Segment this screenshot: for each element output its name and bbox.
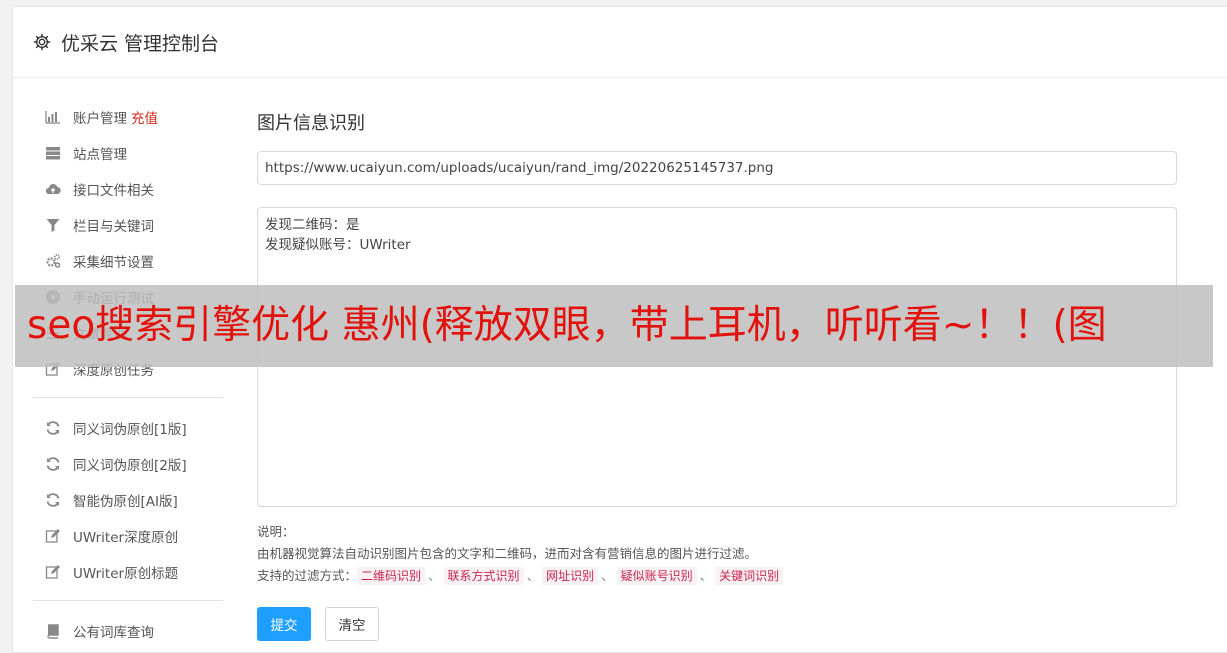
filter-methods: 支持的过滤方式： 二维码识别、联系方式识别、网址识别、疑似账号识别、关键词识别 bbox=[257, 565, 1177, 587]
filter-tag: 联系方式识别 bbox=[443, 567, 524, 585]
sidebar-item-label: 栏目与关键词 bbox=[73, 219, 154, 235]
sidebar-item[interactable]: 同义词伪原创[1版] bbox=[33, 410, 223, 446]
sidebar-item-label: 站点管理 bbox=[73, 147, 127, 163]
notes: 说明： 由机器视觉算法自动识别图片包含的文字和二维码，进而对含有营销信息的图片进… bbox=[257, 521, 1177, 587]
sidebar-item[interactable]: 账户管理 充值 bbox=[33, 99, 223, 135]
notes-description: 由机器视觉算法自动识别图片包含的文字和二维码，进而对含有营销信息的图片进行过滤。 bbox=[257, 546, 758, 561]
server-icon bbox=[44, 145, 61, 162]
promo-overlay-banner: seo搜索引擎优化 惠州(释放双眼，带上耳机，听听看~！！(图 bbox=[15, 285, 1213, 367]
button-row: 提交 清空 bbox=[257, 607, 1177, 641]
recharge-link[interactable]: 充值 bbox=[131, 107, 158, 127]
sidebar-divider bbox=[33, 397, 223, 398]
refresh-icon bbox=[44, 456, 61, 473]
sidebar-item[interactable]: 栏目与关键词 bbox=[33, 207, 223, 243]
tag-separator: 、 bbox=[428, 568, 441, 583]
sidebar-item-label: UWriter深度原创 bbox=[73, 530, 179, 546]
gear-icon bbox=[33, 33, 51, 51]
sidebar-item[interactable]: 接口文件相关 bbox=[33, 171, 223, 207]
sidebar-item-label: 同义词伪原创[1版] bbox=[73, 422, 187, 438]
tag-separator: 、 bbox=[526, 568, 540, 583]
sidebar-divider bbox=[33, 600, 223, 601]
result-line: 发现二维码：是 bbox=[265, 217, 360, 233]
tag-separator: 、 bbox=[699, 568, 713, 583]
sidebar-item-label: 接口文件相关 bbox=[73, 183, 154, 199]
book-icon bbox=[44, 623, 61, 640]
sidebar-item[interactable]: 同义词伪原创[2版] bbox=[33, 446, 223, 482]
main-content: 图片信息识别 发现二维码：是 发现疑似账号：UWriter 说明： 由机器视觉算… bbox=[257, 109, 1177, 641]
filter-tag: 二维码识别 bbox=[357, 567, 426, 585]
overlay-text: seo搜索引擎优化 惠州(释放双眼，带上耳机，听听看~！！(图 bbox=[27, 303, 1107, 348]
sidebar-item[interactable]: 采集细节设置 bbox=[33, 243, 223, 279]
refresh-icon bbox=[44, 420, 61, 437]
filter-label: 支持的过滤方式： bbox=[257, 568, 358, 583]
sidebar-item-label: 采集细节设置 bbox=[73, 255, 154, 271]
filter-tag: 疑似账号识别 bbox=[616, 567, 697, 585]
tag-separator: 、 bbox=[601, 568, 614, 583]
gears-icon bbox=[44, 253, 61, 270]
sidebar-item-label: 同义词伪原创[2版] bbox=[73, 458, 187, 474]
sidebar-item[interactable]: 站点管理 bbox=[33, 135, 223, 171]
sidebar-item[interactable]: UWriter深度原创 bbox=[33, 518, 223, 554]
sidebar-item[interactable]: UWriter原创标题 bbox=[33, 554, 223, 590]
sidebar-item-label: 账户管理 bbox=[73, 111, 127, 127]
filter-tag: 关键词识别 bbox=[715, 567, 784, 585]
edit-icon bbox=[44, 564, 61, 581]
result-line: 发现疑似账号：UWriter bbox=[265, 237, 411, 253]
bar-chart-icon bbox=[44, 109, 61, 126]
submit-button[interactable]: 提交 bbox=[257, 607, 311, 641]
sidebar: 账户管理充值站点管理接口文件相关栏目与关键词采集细节设置手动运行测试文章管理深度… bbox=[33, 99, 223, 649]
cloud-upload-icon bbox=[44, 181, 61, 198]
notes-label: 说明： bbox=[257, 524, 295, 539]
filter-tag: 网址识别 bbox=[542, 567, 599, 585]
header: 优采云 管理控制台 bbox=[13, 7, 1227, 78]
refresh-icon bbox=[44, 492, 61, 509]
image-url-input[interactable] bbox=[257, 151, 1177, 185]
sidebar-item-label: 智能伪原创[AI版] bbox=[73, 494, 178, 510]
edit-icon bbox=[44, 528, 61, 545]
page-title: 优采云 管理控制台 bbox=[61, 32, 220, 55]
sidebar-item-label: 公有词库查询 bbox=[73, 625, 154, 641]
sidebar-item-label: UWriter原创标题 bbox=[73, 566, 179, 582]
section-title: 图片信息识别 bbox=[257, 113, 365, 134]
clear-button[interactable]: 清空 bbox=[325, 607, 379, 641]
sidebar-item[interactable]: 智能伪原创[AI版] bbox=[33, 482, 223, 518]
sidebar-item[interactable]: 公有词库查询 bbox=[33, 613, 223, 649]
filter-icon bbox=[44, 217, 61, 234]
